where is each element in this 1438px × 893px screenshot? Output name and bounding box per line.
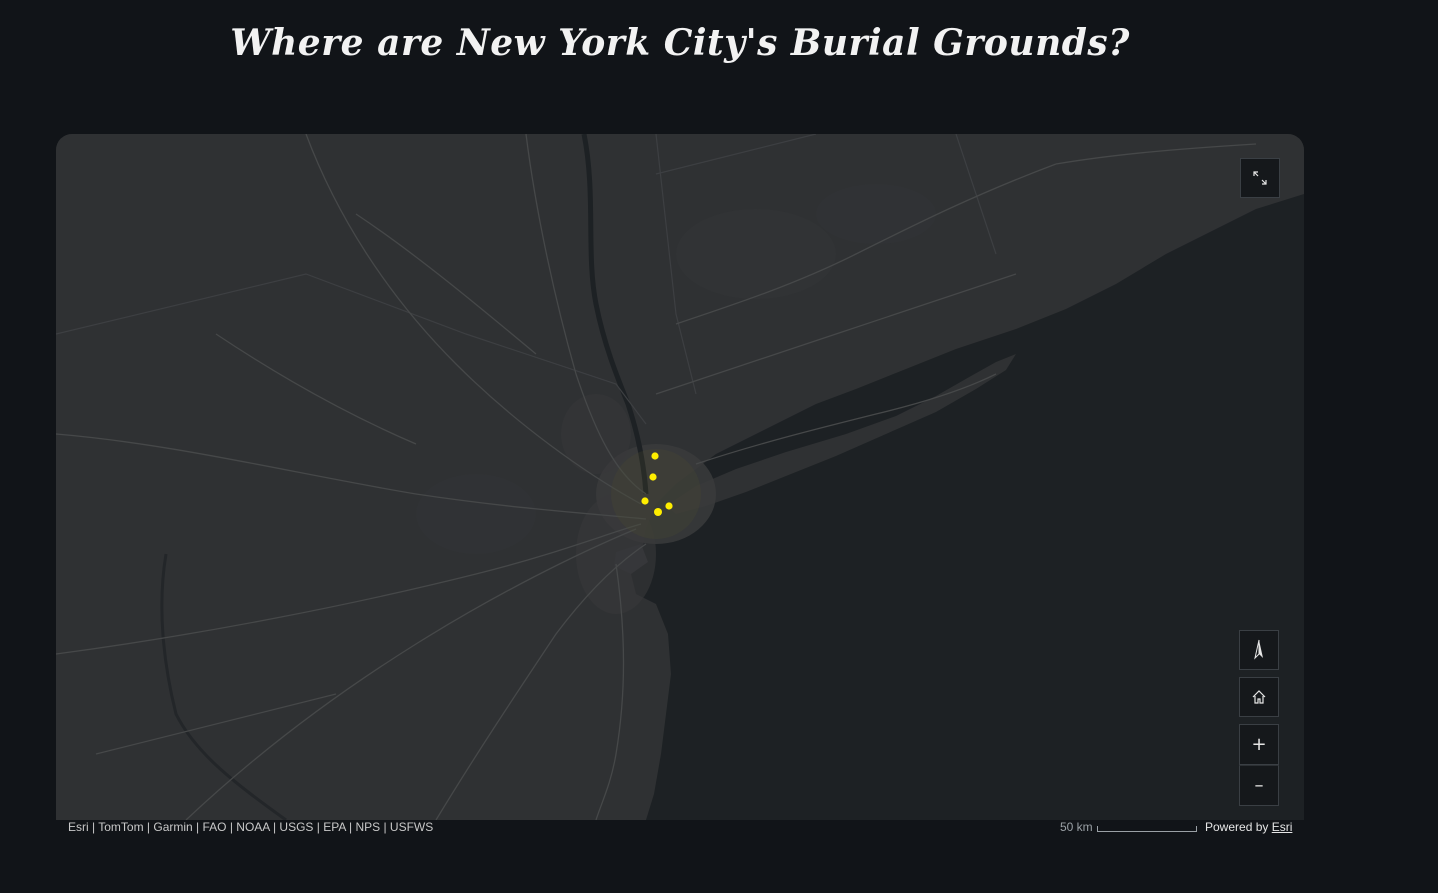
- urban-area: [816, 184, 936, 244]
- attribution-bar: Esri | TomTom | Garmin | FAO | NOAA | US…: [56, 820, 1304, 836]
- map-view[interactable]: + –: [56, 134, 1304, 820]
- expand-icon: [1253, 171, 1267, 185]
- burial-ground-marker[interactable]: [654, 508, 662, 516]
- zoom-in-button[interactable]: +: [1239, 724, 1279, 765]
- compass-button[interactable]: [1239, 630, 1279, 670]
- scale-bar-widget: 50 km: [1060, 820, 1197, 834]
- city-glow: [611, 449, 701, 539]
- burial-ground-marker[interactable]: [649, 473, 657, 481]
- minus-icon: –: [1254, 774, 1264, 796]
- urban-area: [561, 394, 631, 474]
- compass-icon: [1254, 639, 1263, 660]
- basemap[interactable]: [56, 134, 1304, 820]
- powered-by: Powered by Esri: [1205, 820, 1292, 834]
- esri-link[interactable]: Esri: [1272, 820, 1293, 834]
- map-attribution[interactable]: Esri | TomTom | Garmin | FAO | NOAA | US…: [68, 820, 433, 834]
- burial-ground-marker[interactable]: [665, 502, 673, 510]
- scale-label: 50 km: [1060, 820, 1093, 834]
- zoom-out-button[interactable]: –: [1239, 765, 1279, 806]
- powered-by-text: Powered by: [1205, 820, 1269, 834]
- scale-bar: [1096, 826, 1197, 832]
- home-icon: [1252, 690, 1266, 704]
- urban-area: [416, 474, 536, 554]
- home-button[interactable]: [1239, 677, 1279, 717]
- plus-icon: +: [1251, 733, 1267, 755]
- burial-ground-marker[interactable]: [651, 452, 659, 460]
- burial-ground-marker[interactable]: [641, 497, 649, 505]
- fullscreen-button[interactable]: [1240, 158, 1280, 198]
- page-title: Where are New York City's Burial Grounds…: [230, 22, 1130, 64]
- urban-area: [676, 209, 836, 299]
